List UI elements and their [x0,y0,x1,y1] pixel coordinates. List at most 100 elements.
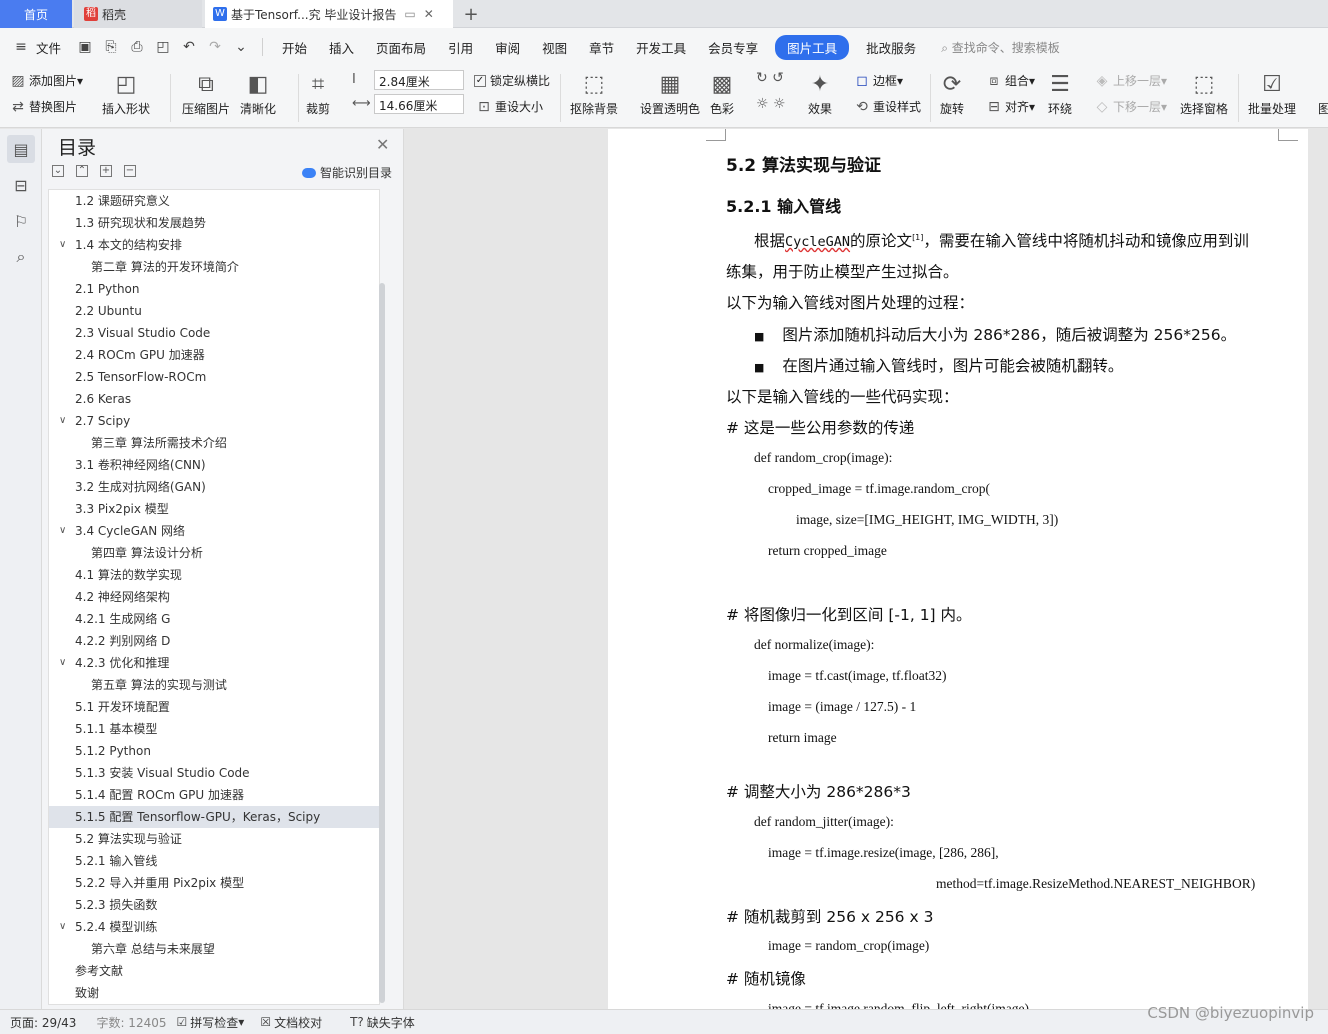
menu-item[interactable]: 开发工具 [625,38,697,57]
width-input[interactable]: 14.66厘米 [374,94,464,114]
add-image-button[interactable]: ▨ 添加图片 ▾ [10,72,83,89]
collapse-all-icon[interactable]: ⌄ [52,165,64,177]
toc-item[interactable]: 5.1 开发环境配置 [49,696,379,718]
toc-icon[interactable]: ▤ [7,135,35,163]
undo-icon[interactable]: ↶ [180,39,198,55]
menu-item[interactable]: 审阅 [484,38,531,57]
add-heading-icon[interactable]: + [100,165,112,177]
wrap-button[interactable]: ☰ 环绕 [1048,70,1072,117]
toc-item[interactable]: 第二章 算法的开发环境简介 [49,256,379,278]
toc-item[interactable]: ∨ 3.4 CycleGAN 网络 [49,520,379,542]
compress-image-button[interactable]: ⧉ 压缩图片 [182,70,230,117]
command-search[interactable]: ⌕ 查找命令、搜索模板 [941,39,1060,56]
hamburger-icon[interactable]: ≡ [12,39,30,55]
effects-button[interactable]: ✦ 效果 [808,70,832,117]
toc-item[interactable]: 第五章 算法的实现与测试 [49,674,379,696]
proofread-button[interactable]: ☒ 文档校对 [260,1014,322,1031]
toc-item[interactable]: 2.3 Visual Studio Code [49,322,379,344]
remove-background-button[interactable]: ⬚ 抠除背景 [570,70,618,117]
outline-icon[interactable]: ⊟ [7,171,35,199]
export-pdf-icon[interactable]: ⎘ [102,39,120,55]
toc-item[interactable]: 参考文献 [49,960,379,982]
menu-item[interactable]: 章节 [578,38,625,57]
color-button[interactable]: ▩ 色彩 [710,70,734,117]
menu-item[interactable]: 会员专享 [697,38,769,57]
toc-item[interactable]: 5.2.1 输入管线 [49,850,379,872]
reset-style-button[interactable]: ⟲ 重设样式 [854,98,921,115]
set-transparent-button[interactable]: ▦ 设置透明色 [640,70,700,117]
toc-item[interactable]: 5.1.5 配置 Tensorflow-GPU，Keras，Scipy [49,806,379,828]
insert-shape-button[interactable]: ◰ 插入形状 [102,70,150,117]
toc-item[interactable]: 3.3 Pix2pix 模型 [49,498,379,520]
menu-item[interactable]: 页面布局 [365,38,437,57]
align-button[interactable]: ⊟ 对齐 ▾ [986,98,1035,115]
reset-size-button[interactable]: ⊡ 重设大小 [476,98,543,115]
close-icon[interactable]: ✕ [376,135,389,154]
replace-image-button[interactable]: ⇄ 替换图片 [10,98,77,115]
toc-item[interactable]: ∨ 2.7 Scipy [49,410,379,432]
brightness-icon[interactable]: ☼ ☼ [756,96,786,112]
lock-ratio-checkbox[interactable]: ✓ 锁定纵横比 [474,72,550,89]
toc-item[interactable]: 4.1 算法的数学实现 [49,564,379,586]
toc-item[interactable]: 致谢 [49,982,379,1004]
monitor-icon[interactable]: ▭ [404,7,415,21]
toc-item[interactable]: 2.5 TensorFlow-ROCm [49,366,379,388]
sharpen-button[interactable]: ◧ 清晰化 [240,70,276,117]
citation[interactable]: [1] [912,233,923,242]
chevron-down-icon[interactable]: ∨ [59,410,66,432]
toc-item[interactable]: 1.2 课题研究意义 [49,190,379,212]
chevron-down-icon[interactable]: ⌄ [232,39,250,55]
chevron-down-icon[interactable]: ∨ [59,916,66,938]
crop-button[interactable]: ⌗ 裁剪 [306,70,330,117]
rotate-cw-icon[interactable]: ↻ ↺ [756,70,784,86]
toc-item[interactable]: 4.2.1 生成网络 G [49,608,379,630]
toc-item[interactable]: 5.1.4 配置 ROCm GPU 加速器 [49,784,379,806]
menu-file[interactable]: 文件 [34,38,72,57]
spell-check-button[interactable]: ☑ 拼写检查 ▾ [177,1014,245,1031]
border-button[interactable]: ◻ 边框 ▾ [854,72,903,89]
send-backward-button[interactable]: ◇ 下移一层 ▾ [1094,98,1167,115]
toc-item[interactable]: 第三章 算法所需技术介绍 [49,432,379,454]
height-input[interactable]: 2.84厘米 [374,70,464,90]
toc-item[interactable]: ∨ 1.4 本文的结构安排 [49,234,379,256]
redo-icon[interactable]: ↷ [206,39,224,55]
missing-font-button[interactable]: T? 缺失字体 [350,1014,415,1031]
print-preview-icon[interactable]: ◰ [154,39,172,55]
toc-item[interactable]: 5.1.2 Python [49,740,379,762]
selection-pane-button[interactable]: ⬚ 选择窗格 [1180,70,1228,117]
chevron-down-icon[interactable]: ∨ [59,234,66,256]
toc-item[interactable]: 4.2.2 判别网络 D [49,630,379,652]
bookmark-icon[interactable]: ⚐ [7,207,35,235]
toc-item[interactable]: 4.2 神经网络架构 [49,586,379,608]
remove-heading-icon[interactable]: − [124,165,136,177]
new-tab-button[interactable]: + [458,0,484,28]
toc-item[interactable]: 3.2 生成对抗网络(GAN) [49,476,379,498]
batch-process-button[interactable]: ☑ 批量处理 [1248,70,1296,117]
toc-item[interactable]: 5.1.3 安装 Visual Studio Code [49,762,379,784]
word-count[interactable]: 字数: 12405 [96,1014,166,1031]
page-indicator[interactable]: 页面: 29/43 [10,1014,76,1031]
toc-item[interactable]: 第六章 总结与未来展望 [49,938,379,960]
rotate-button[interactable]: ⟳ 旋转 [940,70,964,117]
chevron-down-icon[interactable]: ∨ [59,652,66,674]
toc-item[interactable]: 2.1 Python [49,278,379,300]
print-icon[interactable]: ⎙ [128,39,146,55]
toc-item[interactable]: 5.2.2 导入并重用 Pix2pix 模型 [49,872,379,894]
toc-item[interactable]: 第四章 算法设计分析 [49,542,379,564]
toc-item[interactable]: 2.2 Ubuntu [49,300,379,322]
menu-item[interactable]: 插入 [318,38,365,57]
smart-toc-button[interactable]: 智能识别目录 [302,164,392,181]
menu-review-service[interactable]: 批改服务 [855,38,927,57]
group-button[interactable]: ⧈ 组合 ▾ [986,72,1036,89]
toc-item[interactable]: 3.1 卷积神经网络(CNN) [49,454,379,476]
chevron-down-icon[interactable]: ∨ [59,520,66,542]
toc-scrollbar[interactable] [379,283,385,1003]
more-button[interactable]: 图 [1318,100,1328,117]
tab-document[interactable]: W 基于Tensorf...究 毕业设计报告 ▭ ✕ [205,0,453,28]
expand-all-icon[interactable]: ⌃ [76,165,88,177]
toc-item[interactable]: ∨ 5.2.4 模型训练 [49,916,379,938]
menu-picture-tools[interactable]: 图片工具 [775,34,850,60]
toc-item[interactable]: 2.4 ROCm GPU 加速器 [49,344,379,366]
tab-home[interactable]: 首页 [0,0,72,28]
toc-item[interactable]: 2.6 Keras [49,388,379,410]
